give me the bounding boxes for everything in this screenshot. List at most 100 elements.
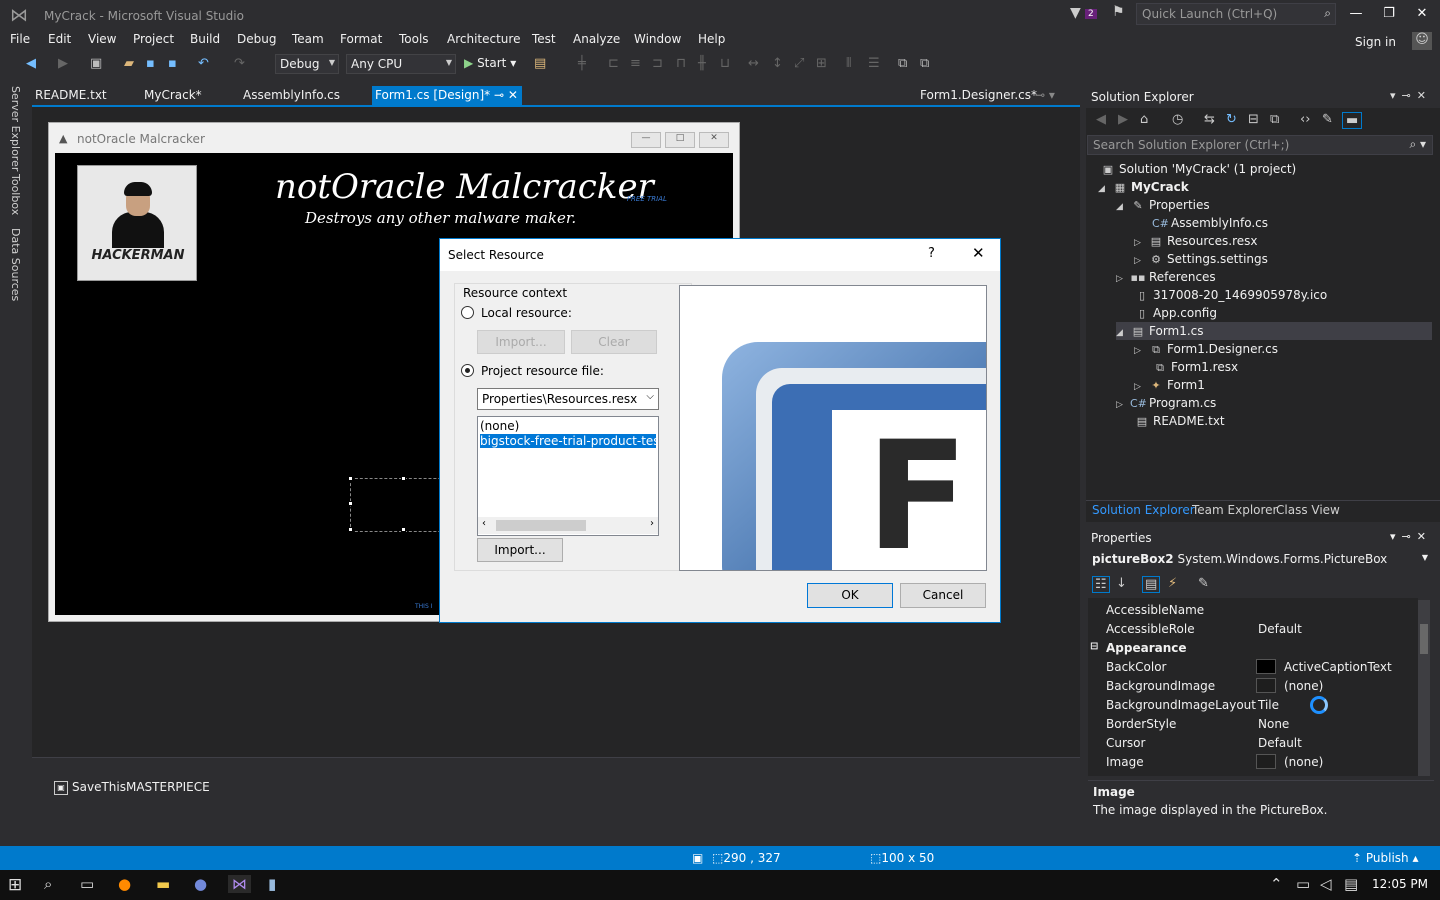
search-icon[interactable]: ⌕ [44, 875, 52, 893]
resource-file-select[interactable]: Properties\Resources.resx ⌵ [477, 388, 659, 410]
tree-node-program[interactable]: ▷ C# Program.cs [1116, 396, 1216, 410]
resize-handle[interactable] [348, 501, 353, 506]
align-lefts-icon[interactable]: ⊏ [608, 56, 619, 71]
menu-tools[interactable]: Tools [399, 32, 429, 46]
view-code-icon[interactable]: ‹› [1300, 112, 1310, 127]
prop-row-backcolor[interactable]: BackColor ActiveCaptionText [1088, 657, 1416, 676]
property-grid-scrollbar[interactable] [1418, 600, 1430, 776]
scroll-thumb[interactable] [1420, 624, 1428, 654]
notes-app-icon[interactable]: ▮ [268, 875, 276, 893]
solution-platform-select[interactable]: Any CPU ▼ [346, 54, 456, 74]
properties-wrench-icon[interactable]: ✎ [1322, 112, 1333, 127]
open-file-icon[interactable]: ▰ [124, 56, 134, 71]
align-centers-icon[interactable]: ≡ [630, 56, 641, 71]
navigate-back-icon[interactable]: ◀ [26, 56, 36, 71]
redo-icon[interactable]: ↷ [234, 56, 245, 71]
visual-studio-taskbar-icon[interactable]: ⋈ [228, 875, 251, 893]
tab-class-view[interactable]: Class View [1276, 503, 1340, 517]
local-resource-label[interactable]: Local resource: [481, 306, 572, 320]
savefiledialog-component[interactable]: ▣ SaveThisMASTERPIECE [54, 780, 210, 795]
discord-icon[interactable]: ● [194, 875, 207, 893]
tree-node-mycrack[interactable]: ◢ ▦ MyCrack [1098, 180, 1189, 194]
tree-node-settings[interactable]: ▷ ⚙ Settings.settings [1134, 252, 1268, 266]
local-import-button[interactable]: Import... [477, 330, 565, 354]
sync-icon[interactable]: ⇆ [1204, 112, 1215, 127]
help-button[interactable]: ? [928, 246, 935, 261]
collapsed-icon[interactable]: ▷ [1134, 346, 1148, 356]
notifications-filter-icon[interactable]: ▼ 2 [1070, 5, 1100, 25]
menu-analyze[interactable]: Analyze [573, 32, 620, 46]
tray-chevron-icon[interactable]: ⌃ [1270, 875, 1283, 893]
resize-handle[interactable] [401, 476, 406, 481]
solution-configuration-select[interactable]: Debug ▼ [275, 54, 339, 74]
align-bottoms-icon[interactable]: ⊔ [720, 56, 730, 71]
prop-row-backgroundimage[interactable]: BackgroundImage (none) [1088, 676, 1416, 695]
forward-icon[interactable]: ▶ [1118, 112, 1128, 127]
size-to-grid-icon[interactable]: ⊞ [816, 56, 827, 71]
new-project-icon[interactable]: ▣ [90, 56, 102, 71]
menu-architecture[interactable]: Architecture [447, 32, 520, 46]
expanded-icon[interactable]: ◢ [1116, 202, 1130, 212]
tab-form1-design[interactable]: Form1.cs [Design]* ⊸ ✕ [372, 86, 522, 106]
prop-row-borderstyle[interactable]: BorderStyle None [1088, 714, 1416, 733]
resize-handle[interactable] [348, 527, 353, 532]
preview-selected-items-icon[interactable]: ▬ [1342, 112, 1363, 129]
list-item-selected[interactable]: bigstock-free-trial-product-test-s [480, 434, 656, 448]
server-explorer-tab[interactable]: Server Explorer [9, 86, 22, 171]
form-subtitle[interactable]: Destroys any other malware maker. [305, 209, 576, 227]
prop-value[interactable]: Default [1258, 736, 1302, 750]
close-button[interactable]: ✕ [1408, 6, 1436, 26]
prop-row-backgroundimagelayout[interactable]: BackgroundImageLayout Tile [1088, 695, 1416, 714]
menu-team[interactable]: Team [292, 32, 324, 46]
prop-value[interactable]: Tile [1258, 698, 1279, 712]
horizontal-spacing-icon[interactable]: ⫴ [846, 56, 851, 71]
task-view-icon[interactable]: ▭ [80, 875, 94, 893]
tab-assemblyinfo[interactable]: AssemblyInfo.cs [240, 86, 343, 106]
import-button[interactable]: Import... [477, 538, 563, 562]
tab-overflow-icon[interactable]: ⊸ ▾ [1032, 86, 1058, 106]
ok-button[interactable]: OK [807, 583, 893, 608]
panel-window-buttons[interactable]: ▾⊸✕ [1390, 530, 1432, 543]
local-resource-radio[interactable] [461, 306, 474, 319]
prop-value[interactable]: ActiveCaptionText [1284, 660, 1392, 674]
prop-row-cursor[interactable]: Cursor Default [1088, 733, 1416, 752]
cancel-button[interactable]: Cancel [900, 583, 986, 608]
horizontal-scrollbar[interactable]: ‹ › [478, 517, 658, 534]
pending-changes-filter-icon[interactable]: ◷ [1172, 112, 1183, 127]
list-item[interactable]: (none) [480, 419, 656, 433]
volume-muted-icon[interactable]: ◁ [1320, 875, 1332, 893]
feedback-icon[interactable]: ⚑ [1112, 4, 1125, 20]
dialog-close-button[interactable]: ✕ [972, 244, 985, 262]
pin-icon[interactable]: ⊸ [494, 88, 504, 102]
tree-node-assemblyinfo[interactable]: C# AssemblyInfo.cs [1152, 216, 1268, 230]
action-center-icon[interactable]: ▤ [1344, 875, 1358, 893]
tree-node-references[interactable]: ▷ ▪▪ References [1116, 270, 1216, 284]
navigate-forward-icon[interactable]: ▶ [58, 56, 68, 71]
collapsed-icon[interactable]: ▷ [1116, 400, 1130, 410]
resource-list[interactable]: (none) bigstock-free-trial-product-test-… [477, 416, 659, 536]
prop-value[interactable]: (none) [1284, 679, 1323, 693]
project-resource-label[interactable]: Project resource file: [481, 364, 604, 378]
close-tab-icon[interactable]: ✕ [508, 88, 518, 102]
windows-start-icon[interactable]: ⊞ [8, 875, 22, 895]
tree-node-readme[interactable]: ▤ README.txt [1134, 414, 1225, 428]
scroll-right-icon[interactable]: › [650, 518, 654, 529]
resize-handle[interactable] [348, 476, 353, 481]
file-explorer-icon[interactable]: ▬ [156, 875, 170, 893]
vertical-spacing-icon[interactable]: ☰ [868, 56, 880, 71]
tab-readme[interactable]: README.txt [32, 86, 110, 106]
properties-icon[interactable]: ▤ [1142, 576, 1161, 593]
network-icon[interactable]: ▭ [1296, 875, 1310, 893]
expanded-icon[interactable]: ◢ [1098, 184, 1112, 194]
align-middles-icon[interactable]: ╫ [698, 56, 706, 71]
make-same-height-icon[interactable]: ↕ [772, 56, 783, 71]
tree-node-solution[interactable]: ▣ Solution 'MyCrack' (1 project) [1100, 162, 1296, 176]
project-resource-radio[interactable] [461, 364, 474, 377]
save-icon[interactable]: ▪ [146, 56, 155, 71]
align-tops-icon[interactable]: ⊓ [676, 56, 686, 71]
expanded-icon[interactable]: ◢ [1116, 328, 1130, 338]
menu-view[interactable]: View [88, 32, 116, 46]
align-grid-icon[interactable]: ╪ [578, 56, 586, 71]
refresh-icon[interactable]: ↻ [1226, 112, 1237, 127]
taskbar-clock[interactable]: 12:05 PM [1372, 877, 1428, 891]
